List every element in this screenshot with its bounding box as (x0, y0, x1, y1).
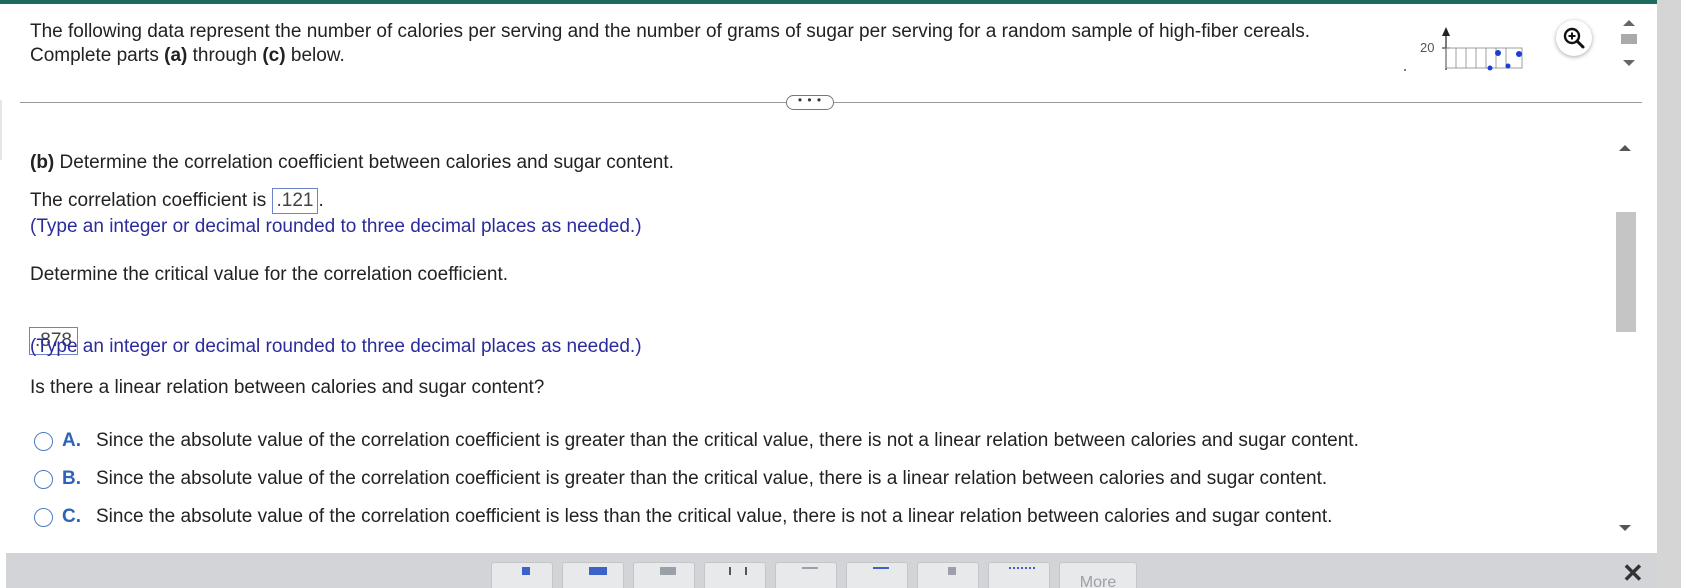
sqrt-icon (802, 567, 818, 575)
linear-relation-question: Is there a linear relation between calor… (30, 377, 545, 398)
palette-mixed-number-button[interactable] (562, 562, 624, 588)
scroll-down-arrow-icon[interactable] (1623, 60, 1635, 66)
scroll-thumb[interactable] (1616, 212, 1636, 332)
part-b-heading: (b) Determine the correlation coefficien… (30, 152, 674, 173)
palette-sqrt-button[interactable] (775, 562, 837, 588)
left-edge-mark (0, 100, 2, 160)
intro-line-2: Complete parts (a) through (c) below. (30, 45, 345, 66)
option-b[interactable]: B. Since the absolute value of the corre… (34, 468, 1327, 490)
hint-text: (Type an integer or decimal rounded to t… (30, 216, 642, 237)
hint-text: (Type an integer or decimal rounded to t… (30, 336, 642, 357)
correlation-line: The correlation coefficient is .121. (30, 188, 324, 214)
palette-fraction-button[interactable] (491, 562, 553, 588)
scroll-up-arrow-icon[interactable] (1619, 145, 1631, 151)
top-accent-bar (0, 0, 1657, 4)
interval-icon (1009, 567, 1035, 575)
option-a[interactable]: A. Since the absolute value of the corre… (34, 430, 1359, 452)
intro-line-1: The following data represent the number … (30, 21, 1310, 42)
scroll-down-arrow-icon[interactable] (1619, 525, 1631, 531)
palette-interval-button[interactable] (988, 562, 1050, 588)
decimal-icon (948, 567, 956, 575)
palette-exponent-button[interactable] (633, 562, 695, 588)
palette-absolute-value-button[interactable] (704, 562, 766, 588)
question-intro: The following data represent the number … (30, 20, 1410, 68)
scroll-up-arrow-icon[interactable] (1623, 20, 1635, 26)
option-c[interactable]: C. Since the absolute value of the corre… (34, 506, 1332, 528)
main-scrollbar[interactable] (1613, 135, 1638, 535)
radio-button[interactable] (34, 431, 53, 451)
thumbnail-axis-label: 20 (1420, 40, 1434, 55)
absolute-value-icon (729, 567, 747, 575)
radio-button[interactable] (34, 469, 53, 489)
nth-root-icon (873, 567, 889, 575)
fraction-icon (522, 567, 530, 575)
zoom-button[interactable] (1556, 20, 1592, 56)
correlation-answer-box[interactable]: .121 (271, 188, 319, 214)
exponent-icon (660, 567, 676, 575)
intro-scrollbar[interactable] (1618, 14, 1640, 72)
critical-value-prompt: Determine the critical value for the cor… (30, 264, 509, 285)
magnifier-plus-icon (1563, 27, 1585, 49)
palette-nth-root-button[interactable] (846, 562, 908, 588)
palette-more-button[interactable]: More (1059, 562, 1137, 588)
data-table-thumbnail[interactable]: 20 (1400, 24, 1530, 74)
palette-decimal-button[interactable] (917, 562, 979, 588)
math-palette: More (6, 553, 1657, 588)
expand-collapse-button[interactable]: • • • (786, 94, 834, 110)
scroll-thumb[interactable] (1621, 34, 1637, 44)
right-gutter (1657, 0, 1681, 588)
close-palette-icon[interactable]: ✕ (1622, 560, 1644, 586)
radio-button[interactable] (34, 507, 53, 527)
mixed-number-icon (589, 567, 607, 575)
